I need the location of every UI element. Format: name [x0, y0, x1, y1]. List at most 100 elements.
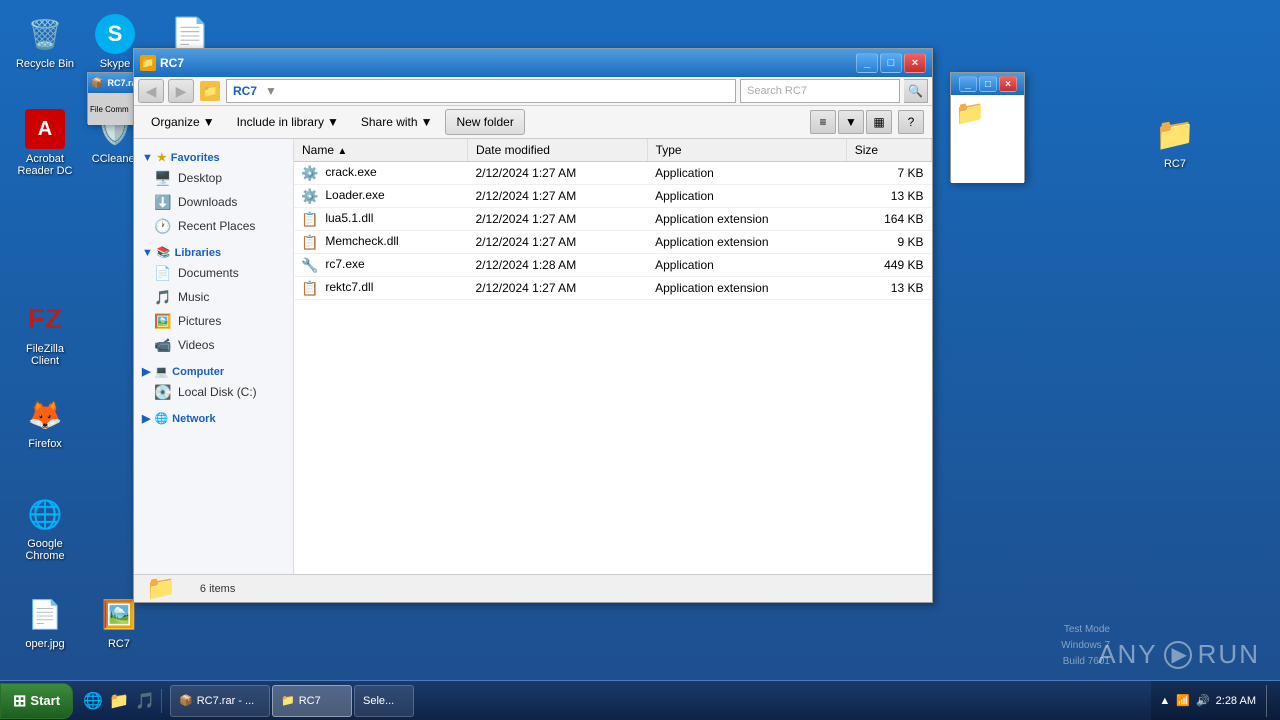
music-icon: 🎵: [154, 288, 172, 306]
table-row[interactable]: 📋 Memcheck.dll 2/12/2024 1:27 AM Applica…: [294, 231, 932, 254]
taskbar-folder-icon[interactable]: 📁: [107, 689, 131, 713]
tray-time[interactable]: 2:28 AM: [1216, 695, 1256, 707]
share-with-button[interactable]: Share with ▼: [352, 109, 442, 135]
rc7-desktop-icon[interactable]: 📁 RC7: [1140, 110, 1210, 174]
sidebar: ▼ ★ Favorites 🖥️ Desktop ⬇️ Downloads: [134, 139, 294, 574]
chrome-icon[interactable]: 🌐 Google Chrome: [10, 490, 80, 566]
sidebar-desktop[interactable]: 🖥️ Desktop: [146, 166, 293, 190]
organize-button[interactable]: Organize ▼: [142, 109, 224, 135]
col-date[interactable]: Date modified: [467, 139, 647, 162]
address-bar-row: ◀ ▶ 📁 RC7 ▼ Search RC7 🔍: [134, 77, 932, 106]
dll-icon: 📋: [301, 280, 318, 297]
close-button[interactable]: ×: [904, 53, 926, 73]
taskbar-item-rc7[interactable]: 📁 RC7: [272, 685, 352, 717]
sidebar-local-disk[interactable]: 💽 Local Disk (C:): [146, 380, 293, 404]
explorer2-max[interactable]: □: [979, 76, 997, 92]
table-row[interactable]: 📋 rektc7.dll 2/12/2024 1:27 AM Applicati…: [294, 277, 932, 300]
minimize-button[interactable]: _: [856, 53, 878, 73]
sidebar-pictures[interactable]: 🖼️ Pictures: [146, 309, 293, 333]
sidebar-downloads[interactable]: ⬇️ Downloads: [146, 190, 293, 214]
search-button[interactable]: 🔍: [904, 79, 928, 103]
col-type[interactable]: Type: [647, 139, 846, 162]
file-date-cell: 2/12/2024 1:27 AM: [467, 231, 647, 254]
taskbar-rc7-label: RC7: [299, 695, 321, 707]
help-button[interactable]: ?: [898, 110, 924, 134]
tray-network-icon[interactable]: 📶: [1176, 694, 1190, 707]
file-type: Application extension: [655, 212, 768, 226]
acrobat-icon[interactable]: A Acrobat Reader DC: [10, 105, 80, 181]
tray-volume-icon[interactable]: 🔊: [1196, 694, 1210, 707]
sidebar-music[interactable]: 🎵 Music: [146, 285, 293, 309]
table-row[interactable]: ⚙️ crack.exe 2/12/2024 1:27 AM Applicati…: [294, 162, 932, 185]
file-name-cell: ⚙️ crack.exe: [294, 162, 467, 185]
exe-icon: ⚙️: [301, 165, 318, 182]
status-bar: 📁 6 items: [134, 574, 932, 602]
file-type: Application extension: [655, 235, 768, 249]
local-disk-label: Local Disk (C:): [178, 385, 257, 399]
taskbar-item-select[interactable]: Sele...: [354, 685, 414, 717]
view-dropdown-button[interactable]: ▼: [838, 110, 864, 134]
taskbar-ie-icon[interactable]: 🌐: [81, 689, 105, 713]
network-header[interactable]: ▶ 🌐 Network: [134, 408, 293, 427]
file-type-cell: Application extension: [647, 231, 846, 254]
view-preview-button[interactable]: ▦: [866, 110, 892, 134]
include-library-button[interactable]: Include in library ▼: [228, 109, 348, 135]
col-size[interactable]: Size: [846, 139, 931, 162]
view-list-button[interactable]: ≡: [810, 110, 836, 134]
start-button[interactable]: ⊞ Start: [0, 683, 73, 719]
file-date: 2/12/2024 1:27 AM: [475, 235, 576, 249]
file-size-cell: 449 KB: [846, 254, 931, 277]
status-text: 6 items: [200, 583, 235, 595]
table-row[interactable]: 🔧 rc7.exe 2/12/2024 1:28 AM Application …: [294, 254, 932, 277]
table-row[interactable]: ⚙️ Loader.exe 2/12/2024 1:27 AM Applicat…: [294, 185, 932, 208]
forward-button[interactable]: ▶: [168, 79, 194, 103]
network-arrow: ▶: [142, 412, 150, 425]
address-box[interactable]: RC7 ▼: [226, 79, 736, 103]
file-name: crack.exe: [325, 165, 376, 179]
explorer2-min[interactable]: _: [959, 76, 977, 92]
quicklaunch-bar: 🌐 📁 🎵: [77, 689, 162, 713]
computer-header[interactable]: ▶ 💻 Computer: [134, 361, 293, 380]
libraries-label: Libraries: [175, 247, 221, 259]
new-folder-button[interactable]: New folder: [445, 109, 524, 135]
firefox-icon[interactable]: 🦊 Firefox: [10, 390, 80, 454]
file-area: Name ▲ Date modified Type Size: [294, 139, 932, 574]
sidebar-videos[interactable]: 📹 Videos: [146, 333, 293, 357]
file-type: Application: [655, 258, 714, 272]
file-name-cell: 🔧 rc7.exe: [294, 254, 467, 277]
tray-hide-icon[interactable]: ▲: [1159, 695, 1170, 707]
favorites-header[interactable]: ▼ ★ Favorites: [134, 147, 293, 166]
search-box[interactable]: Search RC7: [740, 79, 900, 103]
rar-menu: File Comm: [90, 105, 129, 114]
explorer2-content: 📁: [951, 95, 1024, 132]
file-table: Name ▲ Date modified Type Size: [294, 139, 932, 300]
closedapply-icon[interactable]: 📄 oper.jpg: [10, 590, 80, 654]
table-row[interactable]: 📋 lua5.1.dll 2/12/2024 1:27 AM Applicati…: [294, 208, 932, 231]
music-label: Music: [178, 290, 209, 304]
filezilla-icon[interactable]: FZ FileZilla Client: [10, 295, 80, 371]
explorer2-close[interactable]: ×: [999, 76, 1017, 92]
col-name[interactable]: Name ▲: [294, 139, 467, 162]
network-label: Network: [172, 413, 215, 425]
libraries-header[interactable]: ▼ 📚 Libraries: [134, 242, 293, 261]
taskbar-media-icon[interactable]: 🎵: [133, 689, 157, 713]
desktop-icon-small: 🖥️: [154, 169, 172, 187]
build-text: Build 7601: [1061, 654, 1110, 670]
rar-title-icon: 📦: [91, 78, 103, 89]
computer-icon: 💻: [154, 365, 168, 378]
exe-icon: ⚙️: [301, 188, 318, 205]
sidebar-documents[interactable]: 📄 Documents: [146, 261, 293, 285]
favorites-label: Favorites: [171, 152, 220, 164]
watermark: ANY ▶ RUN: [1098, 639, 1260, 670]
favorites-arrow: ▼: [142, 152, 153, 164]
back-button[interactable]: ◀: [138, 79, 164, 103]
explorer2-controls: _ □ ×: [959, 76, 1017, 92]
file-size: 7 KB: [897, 166, 923, 180]
maximize-button[interactable]: □: [880, 53, 902, 73]
taskbar-item-rar[interactable]: 📦 RC7.rar - ...: [170, 685, 270, 717]
main-explorer-window: 📁 RC7 _ □ × ◀ ▶ 📁 RC7 ▼ Search RC7 🔍: [133, 48, 933, 603]
recycle-bin-icon[interactable]: 🗑️ Recycle Bin: [10, 10, 80, 74]
sidebar-recent-places[interactable]: 🕐 Recent Places: [146, 214, 293, 238]
tray-show-desktop[interactable]: [1266, 685, 1272, 717]
file-date-cell: 2/12/2024 1:27 AM: [467, 162, 647, 185]
